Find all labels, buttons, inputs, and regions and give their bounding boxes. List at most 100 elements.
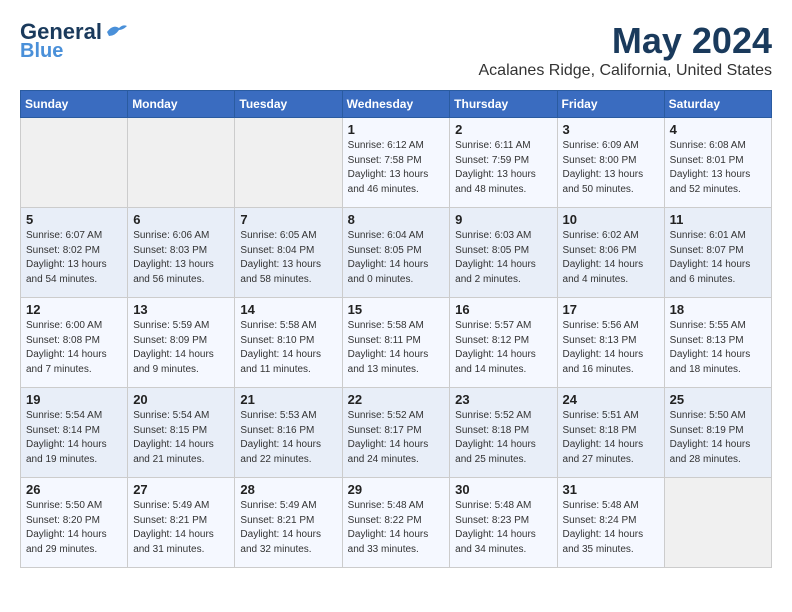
day-number: 10: [563, 212, 659, 227]
calendar-cell: 19 Sunrise: 5:54 AMSunset: 8:14 PMDaylig…: [21, 388, 128, 478]
day-info: Sunrise: 5:50 AMSunset: 8:19 PMDaylight:…: [670, 410, 751, 465]
day-number: 4: [670, 122, 766, 137]
day-info: Sunrise: 6:07 AMSunset: 8:02 PMDaylight:…: [26, 230, 107, 285]
calendar-cell: 16 Sunrise: 5:57 AMSunset: 8:12 PMDaylig…: [450, 298, 557, 388]
day-info: Sunrise: 5:52 AMSunset: 8:18 PMDaylight:…: [455, 410, 536, 465]
day-number: 1: [348, 122, 445, 137]
weekday-header-monday: Monday: [128, 91, 235, 118]
day-number: 29: [348, 482, 445, 497]
calendar-cell: 5 Sunrise: 6:07 AMSunset: 8:02 PMDayligh…: [21, 208, 128, 298]
day-info: Sunrise: 6:08 AMSunset: 8:01 PMDaylight:…: [670, 140, 751, 195]
day-info: Sunrise: 5:54 AMSunset: 8:14 PMDaylight:…: [26, 410, 107, 465]
calendar-cell: 17 Sunrise: 5:56 AMSunset: 8:13 PMDaylig…: [557, 298, 664, 388]
day-info: Sunrise: 5:53 AMSunset: 8:16 PMDaylight:…: [240, 410, 321, 465]
day-number: 9: [455, 212, 551, 227]
calendar-week-1: 1 Sunrise: 6:12 AMSunset: 7:58 PMDayligh…: [21, 118, 772, 208]
day-number: 25: [670, 392, 766, 407]
day-info: Sunrise: 6:05 AMSunset: 8:04 PMDaylight:…: [240, 230, 321, 285]
calendar-week-2: 5 Sunrise: 6:07 AMSunset: 8:02 PMDayligh…: [21, 208, 772, 298]
day-info: Sunrise: 5:58 AMSunset: 8:11 PMDaylight:…: [348, 320, 429, 375]
logo-blue: Blue: [20, 40, 63, 62]
day-number: 28: [240, 482, 336, 497]
calendar-cell: 28 Sunrise: 5:49 AMSunset: 8:21 PMDaylig…: [235, 478, 342, 568]
day-info: Sunrise: 5:49 AMSunset: 8:21 PMDaylight:…: [240, 500, 321, 555]
day-info: Sunrise: 5:52 AMSunset: 8:17 PMDaylight:…: [348, 410, 429, 465]
calendar-cell: 30 Sunrise: 5:48 AMSunset: 8:23 PMDaylig…: [450, 478, 557, 568]
day-info: Sunrise: 5:57 AMSunset: 8:12 PMDaylight:…: [455, 320, 536, 375]
day-info: Sunrise: 5:54 AMSunset: 8:15 PMDaylight:…: [133, 410, 214, 465]
day-number: 27: [133, 482, 229, 497]
calendar-cell: [664, 478, 771, 568]
day-number: 19: [26, 392, 122, 407]
day-number: 13: [133, 302, 229, 317]
calendar-cell: [21, 118, 128, 208]
weekday-header-row: SundayMondayTuesdayWednesdayThursdayFrid…: [21, 91, 772, 118]
weekday-header-sunday: Sunday: [21, 91, 128, 118]
day-info: Sunrise: 5:51 AMSunset: 8:18 PMDaylight:…: [563, 410, 644, 465]
day-info: Sunrise: 6:12 AMSunset: 7:58 PMDaylight:…: [348, 140, 429, 195]
calendar-cell: 9 Sunrise: 6:03 AMSunset: 8:05 PMDayligh…: [450, 208, 557, 298]
calendar-cell: 15 Sunrise: 5:58 AMSunset: 8:11 PMDaylig…: [342, 298, 450, 388]
logo: General Blue: [20, 20, 127, 62]
day-info: Sunrise: 6:01 AMSunset: 8:07 PMDaylight:…: [670, 230, 751, 285]
calendar-week-3: 12 Sunrise: 6:00 AMSunset: 8:08 PMDaylig…: [21, 298, 772, 388]
calendar-cell: 27 Sunrise: 5:49 AMSunset: 8:21 PMDaylig…: [128, 478, 235, 568]
day-number: 6: [133, 212, 229, 227]
calendar-cell: 7 Sunrise: 6:05 AMSunset: 8:04 PMDayligh…: [235, 208, 342, 298]
weekday-header-tuesday: Tuesday: [235, 91, 342, 118]
calendar-cell: 22 Sunrise: 5:52 AMSunset: 8:17 PMDaylig…: [342, 388, 450, 478]
page-header: General Blue May 2024 Acalanes Ridge, Ca…: [20, 20, 772, 80]
calendar-cell: 31 Sunrise: 5:48 AMSunset: 8:24 PMDaylig…: [557, 478, 664, 568]
calendar-cell: 11 Sunrise: 6:01 AMSunset: 8:07 PMDaylig…: [664, 208, 771, 298]
calendar-cell: 23 Sunrise: 5:52 AMSunset: 8:18 PMDaylig…: [450, 388, 557, 478]
day-number: 5: [26, 212, 122, 227]
day-number: 15: [348, 302, 445, 317]
calendar-cell: [235, 118, 342, 208]
calendar-cell: 2 Sunrise: 6:11 AMSunset: 7:59 PMDayligh…: [450, 118, 557, 208]
calendar-cell: 10 Sunrise: 6:02 AMSunset: 8:06 PMDaylig…: [557, 208, 664, 298]
day-info: Sunrise: 6:03 AMSunset: 8:05 PMDaylight:…: [455, 230, 536, 285]
day-info: Sunrise: 6:02 AMSunset: 8:06 PMDaylight:…: [563, 230, 644, 285]
calendar-cell: 1 Sunrise: 6:12 AMSunset: 7:58 PMDayligh…: [342, 118, 450, 208]
weekday-header-thursday: Thursday: [450, 91, 557, 118]
day-number: 30: [455, 482, 551, 497]
calendar-cell: 21 Sunrise: 5:53 AMSunset: 8:16 PMDaylig…: [235, 388, 342, 478]
calendar-cell: 29 Sunrise: 5:48 AMSunset: 8:22 PMDaylig…: [342, 478, 450, 568]
day-number: 26: [26, 482, 122, 497]
day-number: 2: [455, 122, 551, 137]
logo-bird-icon: [105, 22, 127, 40]
calendar-cell: 25 Sunrise: 5:50 AMSunset: 8:19 PMDaylig…: [664, 388, 771, 478]
day-number: 17: [563, 302, 659, 317]
day-number: 11: [670, 212, 766, 227]
calendar-cell: 13 Sunrise: 5:59 AMSunset: 8:09 PMDaylig…: [128, 298, 235, 388]
location-title: Acalanes Ridge, California, United State…: [479, 62, 773, 80]
day-info: Sunrise: 5:50 AMSunset: 8:20 PMDaylight:…: [26, 500, 107, 555]
calendar-cell: 4 Sunrise: 6:08 AMSunset: 8:01 PMDayligh…: [664, 118, 771, 208]
month-title: May 2024: [479, 20, 773, 62]
calendar-cell: 24 Sunrise: 5:51 AMSunset: 8:18 PMDaylig…: [557, 388, 664, 478]
day-info: Sunrise: 5:59 AMSunset: 8:09 PMDaylight:…: [133, 320, 214, 375]
calendar-cell: 12 Sunrise: 6:00 AMSunset: 8:08 PMDaylig…: [21, 298, 128, 388]
day-info: Sunrise: 5:49 AMSunset: 8:21 PMDaylight:…: [133, 500, 214, 555]
day-info: Sunrise: 5:48 AMSunset: 8:24 PMDaylight:…: [563, 500, 644, 555]
day-number: 7: [240, 212, 336, 227]
calendar-cell: 26 Sunrise: 5:50 AMSunset: 8:20 PMDaylig…: [21, 478, 128, 568]
day-info: Sunrise: 5:55 AMSunset: 8:13 PMDaylight:…: [670, 320, 751, 375]
day-number: 8: [348, 212, 445, 227]
day-info: Sunrise: 6:06 AMSunset: 8:03 PMDaylight:…: [133, 230, 214, 285]
day-number: 18: [670, 302, 766, 317]
calendar-cell: 14 Sunrise: 5:58 AMSunset: 8:10 PMDaylig…: [235, 298, 342, 388]
day-info: Sunrise: 6:00 AMSunset: 8:08 PMDaylight:…: [26, 320, 107, 375]
day-info: Sunrise: 6:11 AMSunset: 7:59 PMDaylight:…: [455, 140, 536, 195]
weekday-header-wednesday: Wednesday: [342, 91, 450, 118]
day-info: Sunrise: 6:09 AMSunset: 8:00 PMDaylight:…: [563, 140, 644, 195]
weekday-header-saturday: Saturday: [664, 91, 771, 118]
calendar-week-5: 26 Sunrise: 5:50 AMSunset: 8:20 PMDaylig…: [21, 478, 772, 568]
day-number: 3: [563, 122, 659, 137]
day-number: 12: [26, 302, 122, 317]
day-number: 22: [348, 392, 445, 407]
day-info: Sunrise: 6:04 AMSunset: 8:05 PMDaylight:…: [348, 230, 429, 285]
day-info: Sunrise: 5:56 AMSunset: 8:13 PMDaylight:…: [563, 320, 644, 375]
day-info: Sunrise: 5:58 AMSunset: 8:10 PMDaylight:…: [240, 320, 321, 375]
calendar-cell: [128, 118, 235, 208]
